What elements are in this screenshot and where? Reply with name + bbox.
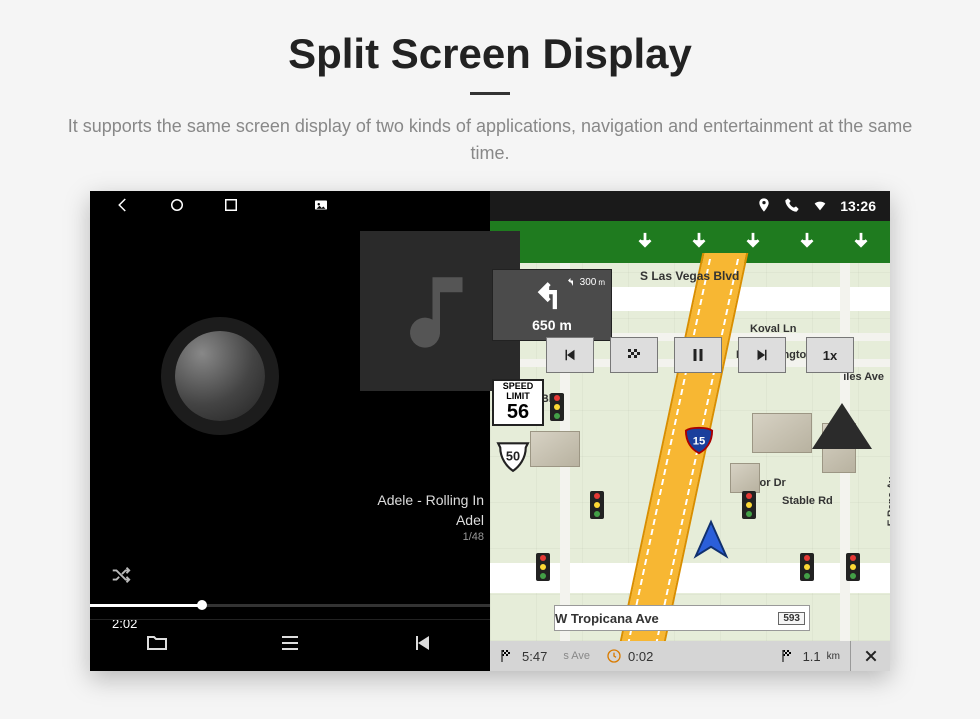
turn-distance: 650 m (532, 317, 572, 333)
lane-arrow-icon (688, 229, 710, 255)
page-title: Split Screen Display (0, 30, 980, 78)
picture-icon (312, 196, 330, 217)
lane-arrow-icon (850, 229, 872, 255)
turn-left-icon (535, 278, 569, 317)
overlay-flag-button[interactable] (610, 337, 658, 373)
flag-icon (781, 648, 797, 664)
page-subtitle: It supports the same screen display of t… (60, 113, 920, 167)
footer-distance: 1.1 (803, 649, 821, 664)
device-frame: 13:26 Adele - Rolling In Adel 1/48 2:02 (90, 191, 890, 671)
lane-arrow-icon (796, 229, 818, 255)
speed-limit-sign: SPEED LIMIT 56 (492, 379, 544, 426)
joystick-control[interactable] (175, 331, 265, 421)
current-street-name: W Tropicana Ave (555, 611, 659, 626)
navigation-pane: S Las Vegas Blvd Koval Ln Duke Ellington… (490, 191, 890, 671)
open-folder-button[interactable] (145, 631, 169, 660)
interstate-shield: 15 (684, 425, 714, 455)
then-unit: m (598, 278, 605, 287)
music-pane: Adele - Rolling In Adel 1/48 2:02 (90, 191, 490, 671)
previous-track-button[interactable] (411, 631, 435, 660)
lane-arrow-icon (742, 229, 764, 255)
recents-icon[interactable] (222, 196, 240, 217)
street-number-badge: 593 (778, 612, 805, 625)
wifi-icon (812, 197, 828, 216)
lane-arrow-icon (634, 229, 656, 255)
playlist-button[interactable] (278, 631, 302, 660)
street-label: S Las Vegas Blvd (640, 269, 739, 283)
music-note-icon (395, 266, 485, 356)
title-divider (470, 92, 510, 95)
footer-eta: 5:47 (522, 649, 547, 664)
track-artist: Adel (377, 511, 484, 531)
shuffle-icon[interactable] (110, 564, 132, 591)
flag-icon (500, 648, 516, 664)
footer-wait: 0:02 (628, 649, 653, 664)
next-turn-panel: 300 m 650 m (492, 269, 612, 341)
nav-footer: 5:47 s Ave 0:02 1.1 km (490, 641, 890, 671)
lane-guidance-bar (490, 221, 890, 263)
progress-bar[interactable] (90, 604, 490, 607)
clock-icon (606, 648, 622, 664)
svg-text:15: 15 (693, 436, 706, 448)
svg-text:50: 50 (506, 448, 520, 463)
street-label: Stable Rd (782, 495, 833, 507)
route-shield: 50 (496, 439, 530, 473)
speed-limit-value: 56 (494, 401, 542, 424)
current-street-bar: W Tropicana Ave 593 (554, 605, 810, 631)
overlay-next-button[interactable] (738, 337, 786, 373)
track-title: Adele - Rolling In (377, 491, 484, 511)
overlay-prev-button[interactable] (546, 337, 594, 373)
close-nav-button[interactable] (850, 641, 890, 671)
track-index: 1/48 (377, 530, 484, 545)
status-bar: 13:26 (90, 191, 890, 221)
playback-speed-button[interactable]: 1x (806, 337, 854, 373)
footer-street-hint: s Ave (557, 650, 596, 662)
overlay-pause-button[interactable] (674, 337, 722, 373)
current-position-icon (688, 518, 734, 569)
then-distance: 300 (580, 277, 597, 288)
back-icon[interactable] (114, 196, 132, 217)
street-label: E Reno Av (886, 477, 890, 526)
home-icon[interactable] (168, 196, 186, 217)
footer-distance-unit: km (827, 651, 840, 662)
phone-icon (784, 197, 800, 216)
location-icon (756, 197, 772, 216)
speed-limit-label: SPEED LIMIT (494, 381, 542, 401)
status-time: 13:26 (840, 198, 876, 214)
street-label: Koval Ln (750, 323, 796, 335)
